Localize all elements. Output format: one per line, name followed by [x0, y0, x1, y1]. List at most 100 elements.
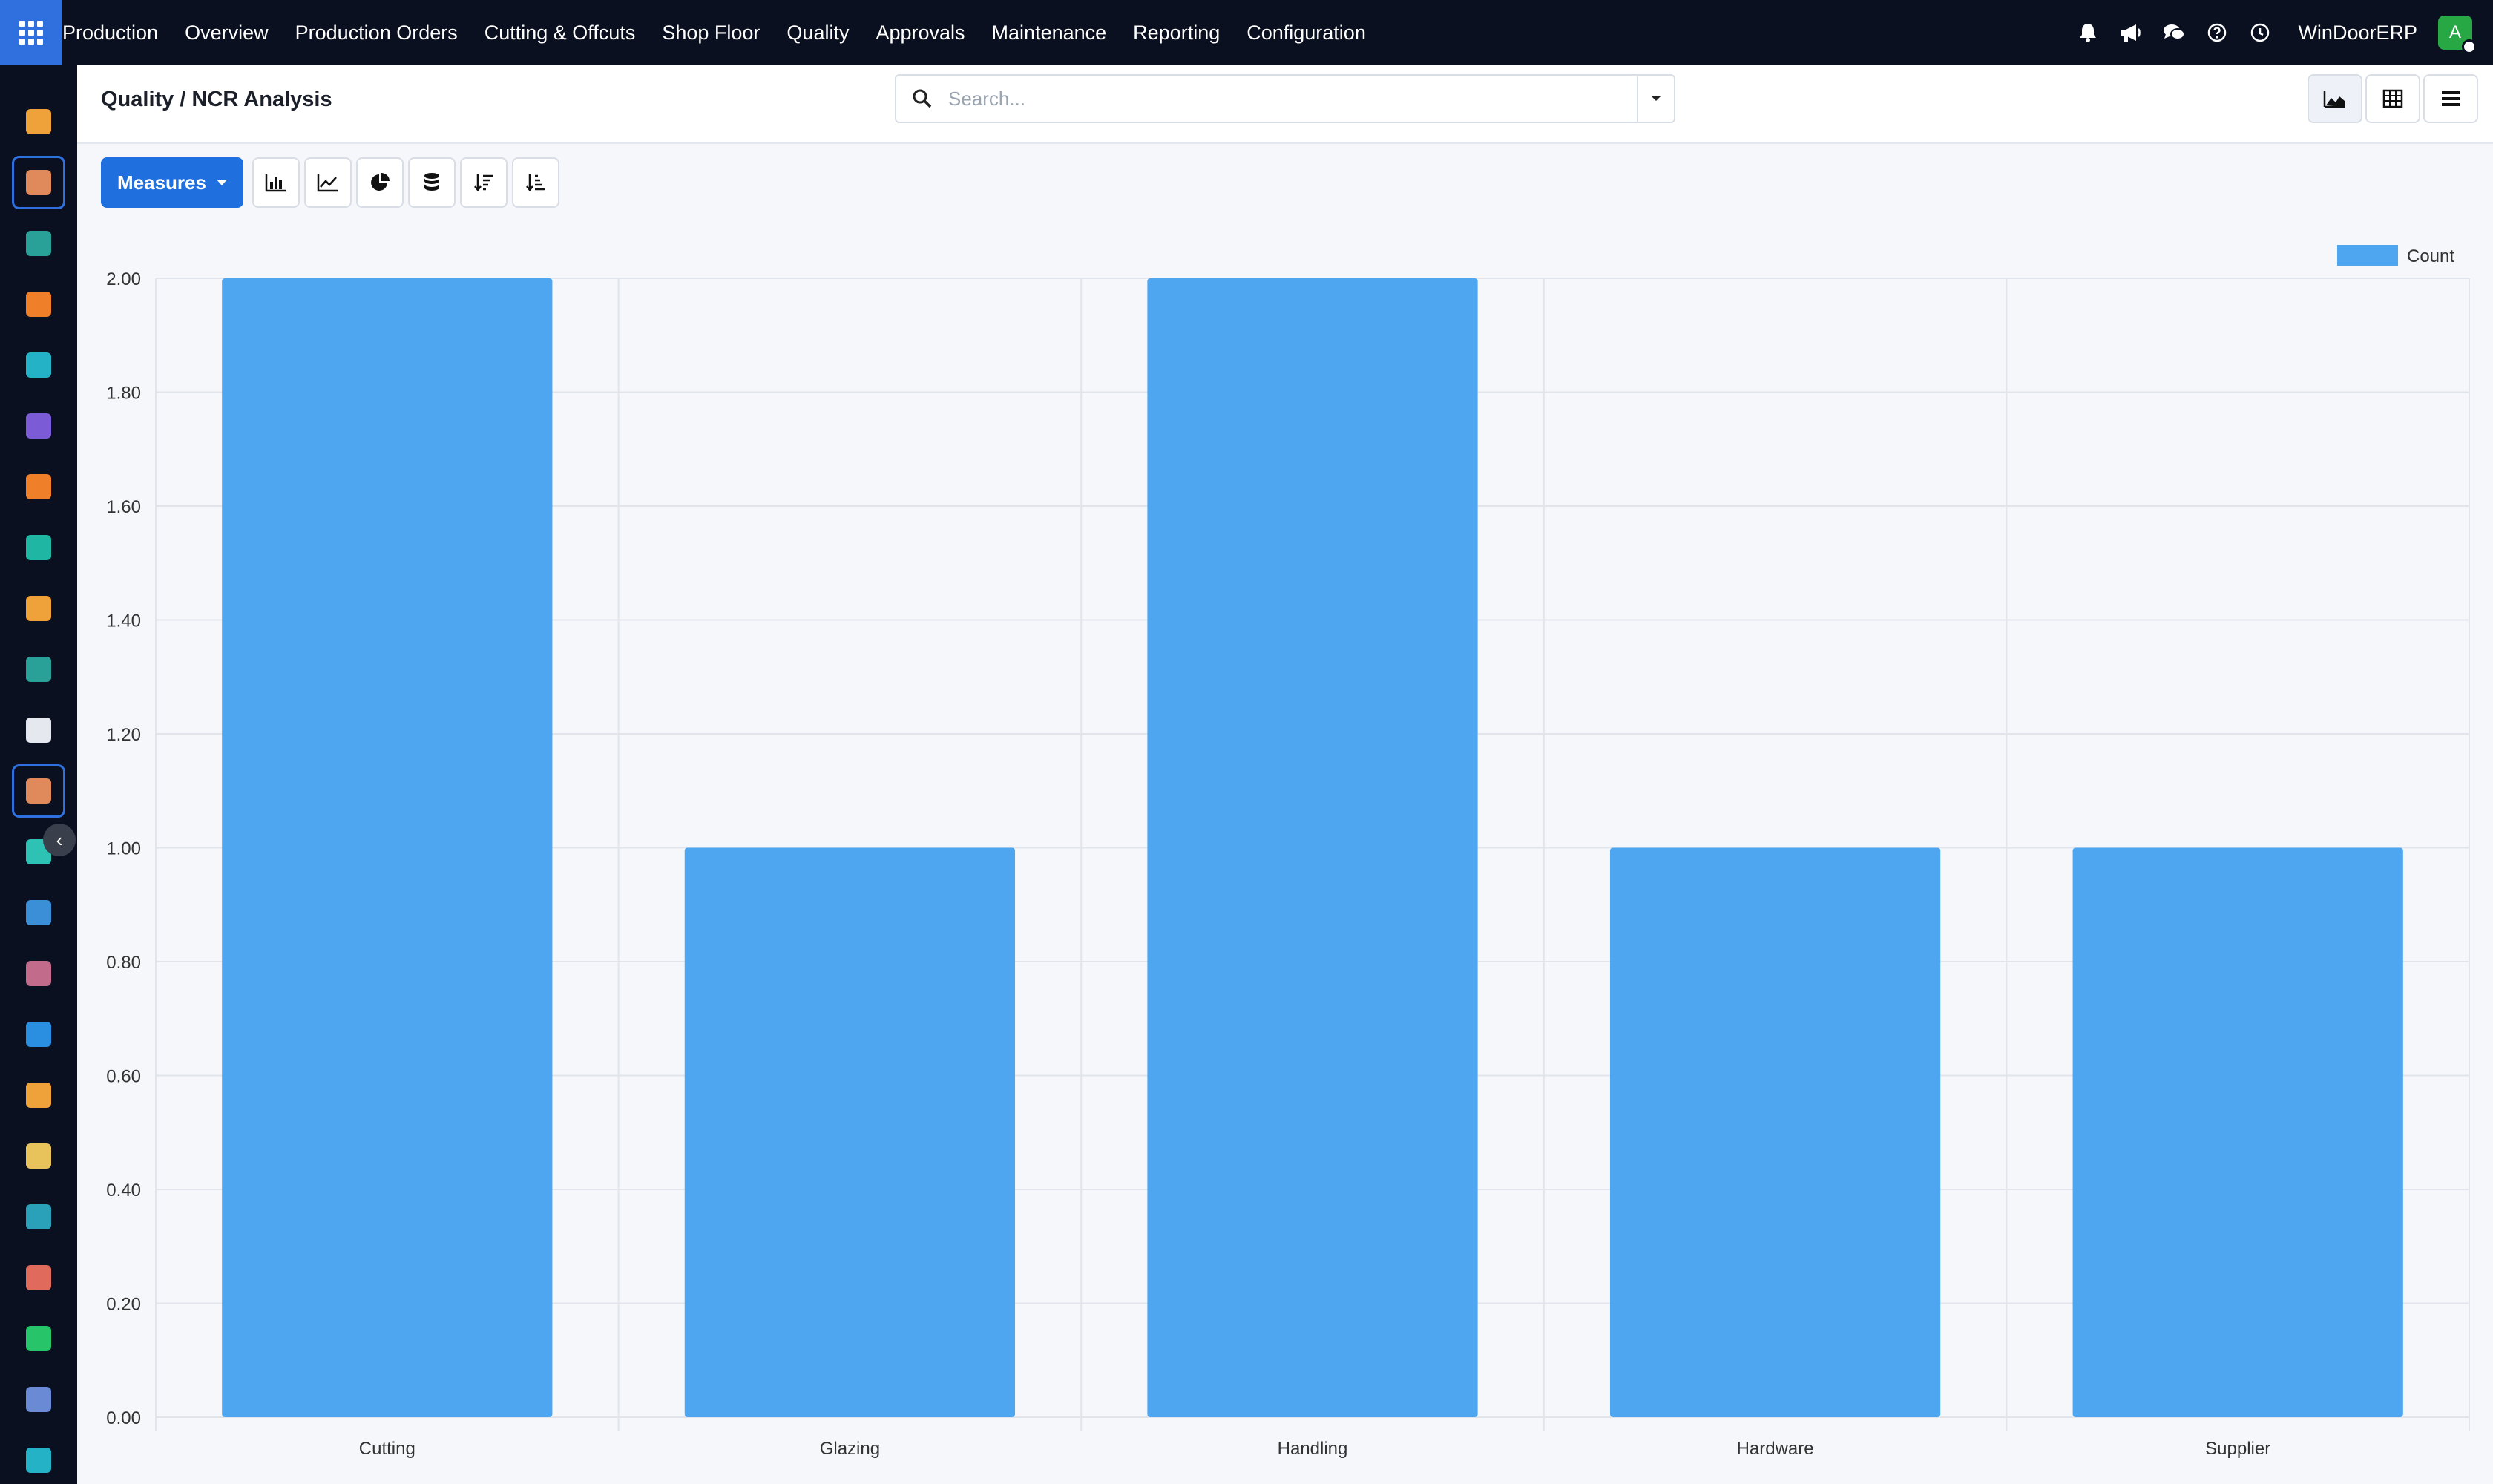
menu-reporting[interactable]: Reporting [1133, 22, 1220, 45]
sidebar-app-2[interactable] [12, 217, 65, 270]
avatar-letter: A [2448, 22, 2461, 42]
app-sidebar: ‹ [0, 65, 77, 1484]
pie-chart-button[interactable] [355, 157, 404, 208]
collapse-sidebar-button[interactable]: ‹ [43, 824, 76, 856]
breadcrumb: Quality / NCR Analysis [101, 88, 332, 111]
sort-descending-button[interactable] [459, 157, 508, 208]
bar-chart-button[interactable] [252, 157, 300, 208]
sidebar-app-7[interactable] [12, 521, 65, 574]
sidebar-app-3[interactable] [12, 278, 65, 331]
pivot-view-button[interactable] [2365, 74, 2420, 123]
caret-down-icon [216, 180, 227, 186]
sidebar-app-8[interactable] [12, 582, 65, 635]
menu-approvals[interactable]: Approvals [876, 22, 965, 45]
clock-icon[interactable] [2249, 23, 2271, 42]
y-tick-label: 1.00 [106, 839, 141, 859]
list-icon [2442, 91, 2460, 106]
company-name[interactable]: WinDoorERP [2298, 22, 2417, 45]
dashboard-app-icon [26, 1265, 51, 1290]
chat-app-icon [26, 474, 51, 499]
check-app-icon [26, 535, 51, 560]
sidebar-app-16[interactable] [12, 1068, 65, 1122]
y-tick-label: 0.20 [106, 1295, 141, 1315]
bars-app-icon [26, 596, 51, 621]
sidebar-app-11[interactable] [12, 764, 65, 818]
y-tick-label: 0.40 [106, 1181, 141, 1201]
avatar[interactable]: A [2438, 16, 2477, 54]
measures-dropdown-button[interactable]: Measures [101, 157, 243, 208]
sort-descending-icon [473, 174, 493, 192]
calendar-app-icon [26, 1143, 51, 1169]
bar-hardware [1609, 847, 1941, 1417]
sidebar-app-9[interactable] [12, 643, 65, 696]
megaphone-icon[interactable] [2120, 23, 2142, 42]
wave-app-icon [26, 352, 51, 378]
sidebar-app-22[interactable] [12, 1434, 65, 1484]
y-tick-label: 1.80 [106, 384, 141, 404]
menu-quality[interactable]: Quality [786, 22, 849, 45]
grid-icon [19, 21, 43, 45]
y-tick-label: 0.60 [106, 1067, 141, 1087]
y-tick-label: 1.60 [106, 497, 141, 517]
book-app-icon [26, 900, 51, 925]
pie-chart-icon [371, 173, 390, 191]
help-icon[interactable] [2206, 23, 2228, 42]
search-bar [895, 74, 1675, 123]
table-icon [2382, 89, 2403, 108]
dollar-app-icon [26, 1022, 51, 1047]
mail-app-icon [26, 413, 51, 439]
sidebar-app-1[interactable] [12, 156, 65, 209]
x-tick-label: Supplier [2205, 1439, 2270, 1459]
sidebar-app-20[interactable] [12, 1312, 65, 1365]
line-chart-icon [317, 174, 338, 192]
box-app-icon [26, 718, 51, 743]
y-tick-label: 1.40 [106, 611, 141, 631]
menu-production-orders[interactable]: Production Orders [295, 22, 458, 45]
sort-ascending-button[interactable] [511, 157, 559, 208]
bar-glazing [684, 847, 1016, 1417]
graph-toolbar: Measures [101, 157, 559, 208]
list-view-button[interactable] [2423, 74, 2478, 123]
menu-maintenance[interactable]: Maintenance [992, 22, 1107, 45]
search-input[interactable] [948, 76, 1637, 121]
x-tick-label: Hardware [1737, 1439, 1814, 1459]
sidebar-app-17[interactable] [12, 1129, 65, 1183]
sidebar-app-10[interactable] [12, 703, 65, 757]
graph-container: 0.00 0.20 0.40 0.60 0.80 1.00 1.20 1.40 1.60 1.80… [77, 223, 2493, 1484]
line-chart-button[interactable] [303, 157, 352, 208]
contacts-app-icon [26, 231, 51, 256]
control-panel: Quality / NCR Analysis [77, 65, 2493, 144]
view-switcher [2308, 74, 2478, 123]
sidebar-app-19[interactable] [12, 1251, 65, 1304]
y-tick-label: 1.20 [106, 725, 141, 745]
chat-icon[interactable] [2163, 23, 2186, 42]
graph-view-button[interactable] [2308, 74, 2362, 123]
sidebar-app-5[interactable] [12, 399, 65, 453]
main-menu: Production Overview Production Orders Cu… [62, 0, 1393, 65]
sidebar-app-14[interactable] [12, 947, 65, 1000]
menu-production[interactable]: Production [62, 22, 158, 45]
sidebar-app-18[interactable] [12, 1190, 65, 1244]
sidebar-app-13[interactable] [12, 886, 65, 939]
bars-app-icon [26, 109, 51, 134]
apps-menu-button[interactable] [0, 0, 62, 65]
measures-label: Measures [117, 171, 206, 194]
search-options-toggle[interactable] [1637, 76, 1674, 122]
sidebar-app-0[interactable] [12, 95, 65, 148]
menu-cutting-offcuts[interactable]: Cutting & Offcuts [485, 22, 636, 45]
x-tick-label: Glazing [820, 1439, 880, 1459]
sidebar-app-21[interactable] [12, 1373, 65, 1426]
bar-handling [1147, 278, 1478, 1417]
menu-configuration[interactable]: Configuration [1246, 22, 1366, 45]
presence-dot [2462, 39, 2477, 54]
x-tick-label: Handling [1278, 1439, 1348, 1459]
menu-overview[interactable]: Overview [185, 22, 269, 45]
menu-shop-floor[interactable]: Shop Floor [662, 22, 760, 45]
pen-app-icon [26, 1204, 51, 1229]
discuss-app-icon [26, 292, 51, 317]
sidebar-app-15[interactable] [12, 1008, 65, 1061]
stacked-button[interactable] [407, 157, 456, 208]
bell-icon[interactable] [2077, 22, 2099, 43]
sidebar-app-4[interactable] [12, 338, 65, 392]
sidebar-app-6[interactable] [12, 460, 65, 513]
